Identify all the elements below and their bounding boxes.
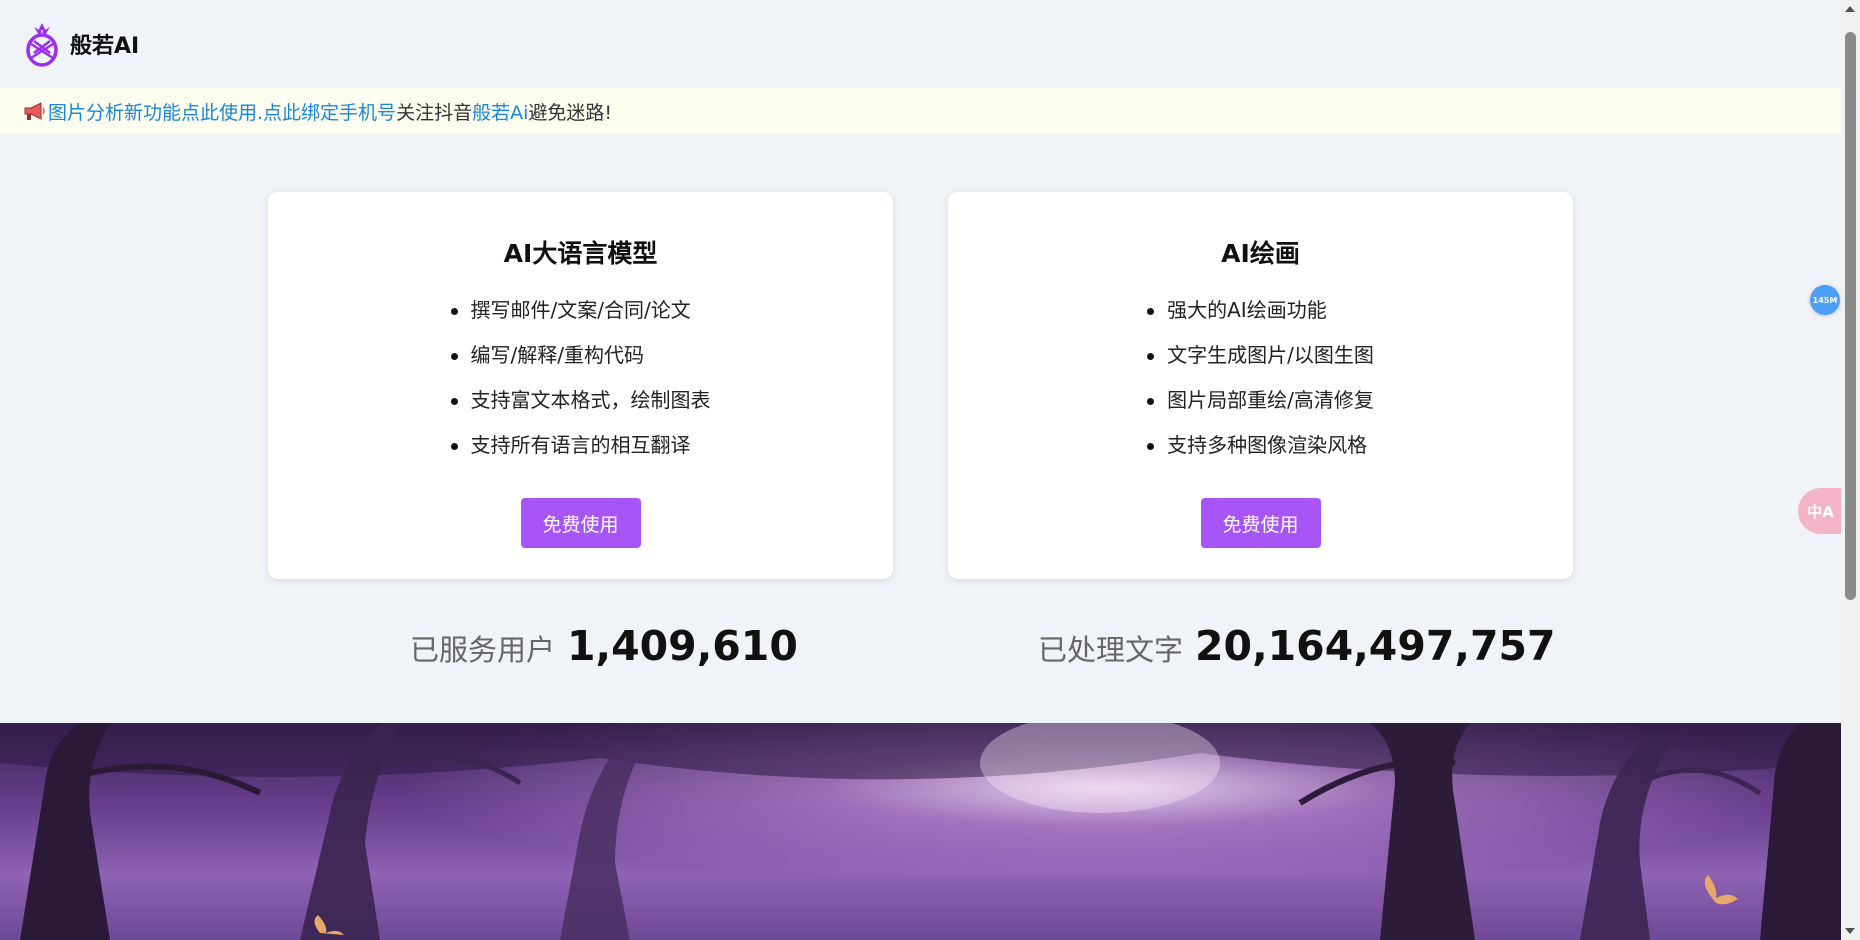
llm-card: AI大语言模型 撰写邮件/文案/合同/论文 编写/解释/重构代码 支持富文本格式… [268, 192, 893, 579]
feature-item: 撰写邮件/文案/合同/论文 [450, 288, 711, 333]
feature-item: 支持所有语言的相互翻译 [450, 423, 711, 468]
scrollbar-thumb[interactable] [1845, 32, 1856, 600]
page: 般若AI 图片分析新功能点此使用. 点此绑定手机号 关注抖音 般若Ai 避免迷路… [0, 0, 1841, 940]
feature-item: 支持多种图像渲染风格 [1147, 423, 1374, 468]
feature-item: 支持富文本格式，绘制图表 [450, 378, 711, 423]
stat-value: 20,164,497,757 [1195, 622, 1556, 670]
bind-phone-link[interactable]: 点此绑定手机号 [263, 98, 396, 125]
feature-item: 图片局部重绘/高清修复 [1147, 378, 1374, 423]
scroll-up-arrow-icon[interactable] [1845, 6, 1855, 12]
feature-item: 文字生成图片/以图生图 [1147, 333, 1374, 378]
card-title: AI大语言模型 [503, 239, 658, 268]
notice-text-follow: 关注抖音 [396, 101, 473, 124]
feature-item: 编写/解释/重构代码 [450, 333, 711, 378]
feature-list: 强大的AI绘画功能 文字生成图片/以图生图 图片局部重绘/高清修复 支持多种图像… [1147, 288, 1374, 468]
image-analysis-link[interactable]: 图片分析新功能点此使用. [48, 98, 263, 125]
memory-badge[interactable]: 145M [1810, 285, 1840, 315]
users-served-stat: 已服务用户 1,409,610 [410, 622, 798, 670]
megaphone-icon [22, 100, 46, 122]
notice-bar: 图片分析新功能点此使用. 点此绑定手机号 关注抖音 般若Ai 避免迷路! [0, 88, 1841, 134]
stat-label: 已服务用户 [410, 633, 556, 667]
llm-free-use-button[interactable]: 免费使用 [520, 498, 641, 548]
translate-icon[interactable]: 中A [1798, 488, 1843, 534]
stat-value: 1,409,610 [567, 622, 798, 670]
douyin-account-link[interactable]: 般若Ai [472, 98, 528, 125]
feature-list: 撰写邮件/文案/合同/论文 编写/解释/重构代码 支持富文本格式，绘制图表 支持… [450, 288, 711, 468]
painting-free-use-button[interactable]: 免费使用 [1200, 498, 1321, 548]
text-processed-stat: 已处理文字 20,164,497,757 [1038, 622, 1556, 670]
forest-hero-image [0, 723, 1841, 940]
pineapple-logo-icon[interactable] [24, 21, 60, 67]
scroll-down-arrow-icon[interactable] [1845, 928, 1855, 934]
feature-item: 强大的AI绘画功能 [1147, 288, 1374, 333]
card-title: AI绘画 [1221, 239, 1300, 268]
scrollbar[interactable] [1841, 0, 1860, 940]
ai-painting-card: AI绘画 强大的AI绘画功能 文字生成图片/以图生图 图片局部重绘/高清修复 支… [948, 192, 1573, 579]
stat-label: 已处理文字 [1038, 633, 1184, 667]
notice-text-end: 避免迷路! [528, 101, 612, 124]
brand-name[interactable]: 般若AI [70, 28, 139, 60]
header: 般若AI [0, 0, 1841, 88]
